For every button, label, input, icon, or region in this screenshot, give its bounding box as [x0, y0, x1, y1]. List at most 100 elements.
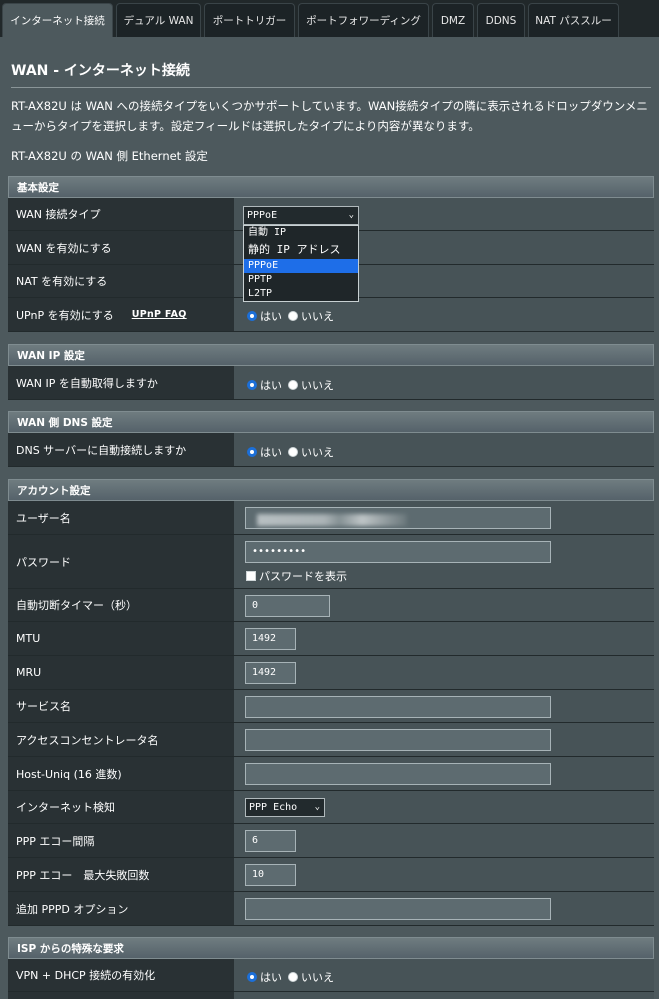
row-password: パスワード ••••••••• パスワードを表示: [8, 535, 654, 589]
tab-ddns[interactable]: DDNS: [477, 3, 525, 37]
host-uniq-input[interactable]: [245, 763, 551, 785]
mru-input[interactable]: 1492: [245, 662, 296, 684]
enable-wan-label: WAN を有効にする: [8, 231, 234, 264]
host-uniq-label: Host-Uniq (16 進数): [8, 757, 234, 790]
chevron-down-icon: ⌄: [314, 802, 320, 812]
auto-ip-label: WAN IP を自動取得しますか: [8, 366, 234, 399]
tab-bar: インターネット接続 デュアル WAN ポートトリガー ポートフォワーディング D…: [0, 0, 659, 37]
internet-detect-label: インターネット検知: [8, 791, 234, 823]
tab-nat-passthrough[interactable]: NAT パススルー: [528, 3, 619, 37]
echo-fail-label: PPP エコー 最大失敗回数: [8, 858, 234, 891]
auto-ip-yes-radio[interactable]: [247, 380, 257, 390]
row-auto-dns: DNS サーバーに自動接続しますか はい いいえ: [8, 433, 654, 467]
mru-label: MRU: [8, 656, 234, 689]
wan-type-label: WAN 接続タイプ: [8, 198, 234, 230]
service-name-input[interactable]: [245, 696, 551, 718]
chevron-down-icon: ⌄: [348, 210, 354, 220]
wan-type-dropdown-list: 自動 IP 静的 IP アドレス PPPoE PPTP L2TP: [243, 225, 359, 302]
echo-fail-input[interactable]: 10: [245, 864, 296, 886]
auto-ip-no-radio[interactable]: [288, 380, 298, 390]
auto-ip-no-label: いいえ: [301, 379, 334, 392]
tab-dmz[interactable]: DMZ: [432, 3, 474, 37]
row-username: ユーザー名: [8, 501, 654, 535]
wan-type-option-l2tp[interactable]: L2TP: [244, 287, 358, 301]
row-internet-detect: インターネット検知 PPP Echo ⌄: [8, 791, 654, 824]
row-idle-timer: 自動切断タイマー（秒） 0: [8, 589, 654, 622]
echo-interval-input[interactable]: 6: [245, 830, 296, 852]
pppd-options-input[interactable]: [245, 898, 551, 920]
auto-dns-label: DNS サーバーに自動接続しますか: [8, 433, 234, 466]
section-wan-dns: WAN 側 DNS 設定: [8, 411, 654, 433]
upnp-no-label: いいえ: [301, 310, 334, 323]
row-service-name: サービス名: [8, 690, 654, 723]
access-concentrator-label: アクセスコンセントレータ名: [8, 723, 234, 756]
auto-ip-radio-group: はい いいえ: [247, 377, 334, 393]
section-isp-requirements: ISP からの特殊な要求: [8, 937, 654, 959]
wan-type-option-auto-ip[interactable]: 自動 IP: [244, 226, 358, 240]
section-basic-settings: 基本設定: [8, 176, 654, 198]
page-description: RT-AX82U は WAN への接続タイプをいくつかサポートしています。WAN…: [11, 99, 648, 133]
wan-type-option-pppoe[interactable]: PPPoE: [244, 259, 358, 273]
wan-type-select[interactable]: PPPoE ⌄: [243, 206, 359, 225]
upnp-no-radio[interactable]: [288, 311, 298, 321]
auto-dns-yes-label: はい: [260, 446, 282, 459]
echo-interval-label: PPP エコー間隔: [8, 824, 234, 857]
access-concentrator-input[interactable]: [245, 729, 551, 751]
wan-type-option-static-ip[interactable]: 静的 IP アドレス: [244, 240, 358, 259]
row-vpn-dhcp: VPN + DHCP 接続の有効化 はい いいえ: [8, 959, 654, 992]
row-mru: MRU 1492: [8, 656, 654, 690]
tab-port-trigger[interactable]: ポートトリガー: [204, 3, 295, 37]
tab-dual-wan[interactable]: デュアル WAN: [116, 3, 201, 37]
enable-upnp-label: UPnP を有効にする UPnP FAQ: [8, 298, 234, 331]
idle-timer-input[interactable]: 0: [245, 595, 330, 617]
row-auto-ip: WAN IP を自動取得しますか はい いいえ: [8, 366, 654, 400]
password-input[interactable]: •••••••••: [245, 541, 551, 563]
title-divider: [11, 87, 651, 88]
vpn-dhcp-yes-radio[interactable]: [247, 972, 257, 982]
vpn-dhcp-no-label: いいえ: [301, 971, 334, 984]
mtu-input[interactable]: 1492: [245, 628, 296, 650]
section-account: アカウント設定: [8, 479, 654, 501]
tab-port-forwarding[interactable]: ポートフォワーディング: [298, 3, 429, 37]
auto-dns-no-label: いいえ: [301, 446, 334, 459]
auto-dns-radio-group: はい いいえ: [247, 444, 334, 460]
tab-internet-connection[interactable]: インターネット接続: [2, 3, 113, 37]
auto-dns-yes-radio[interactable]: [247, 447, 257, 457]
row-echo-interval: PPP エコー間隔 6: [8, 824, 654, 858]
row-enable-upnp: UPnP を有効にする UPnP FAQ はい いいえ: [8, 298, 654, 332]
upnp-yes-radio[interactable]: [247, 311, 257, 321]
upnp-radio-group: はい いいえ: [247, 308, 334, 324]
row-echo-fail: PPP エコー 最大失敗回数 10: [8, 858, 654, 892]
row-next-partial: [8, 992, 654, 999]
redacted-username: [257, 514, 407, 526]
vpn-dhcp-yes-label: はい: [260, 971, 282, 984]
row-access-concentrator: アクセスコンセントレータ名: [8, 723, 654, 757]
username-input[interactable]: [245, 507, 551, 529]
row-host-uniq: Host-Uniq (16 進数): [8, 757, 654, 791]
password-label: パスワード: [8, 535, 234, 588]
upnp-yes-label: はい: [260, 310, 282, 323]
vpn-dhcp-no-radio[interactable]: [288, 972, 298, 982]
idle-timer-label: 自動切断タイマー（秒）: [8, 589, 234, 621]
wan-type-selected: PPPoE: [247, 210, 278, 221]
show-password-toggle[interactable]: パスワードを表示: [246, 568, 347, 584]
upnp-faq-link[interactable]: UPnP FAQ: [132, 309, 187, 320]
mtu-label: MTU: [8, 622, 234, 655]
show-password-checkbox[interactable]: [246, 571, 256, 581]
username-label: ユーザー名: [8, 501, 234, 534]
page-title: WAN - インターネット接続: [11, 63, 190, 79]
vpn-dhcp-label: VPN + DHCP 接続の有効化: [8, 959, 234, 991]
auto-ip-yes-label: はい: [260, 379, 282, 392]
section-wan-ip: WAN IP 設定: [8, 344, 654, 366]
next-row-label: [8, 992, 234, 999]
auto-dns-no-radio[interactable]: [288, 447, 298, 457]
vpn-dhcp-radio-group: はい いいえ: [247, 969, 334, 985]
pppd-options-label: 追加 PPPD オプション: [8, 892, 234, 925]
wan-type-option-pptp[interactable]: PPTP: [244, 273, 358, 287]
internet-detect-selected: PPP Echo: [249, 802, 298, 813]
row-mtu: MTU 1492: [8, 622, 654, 656]
enable-upnp-text: UPnP を有効にする: [16, 308, 114, 322]
show-password-label: パスワードを表示: [259, 570, 347, 583]
page-subtitle: RT-AX82U の WAN 側 Ethernet 設定: [11, 149, 208, 163]
internet-detect-select[interactable]: PPP Echo ⌄: [245, 798, 325, 817]
